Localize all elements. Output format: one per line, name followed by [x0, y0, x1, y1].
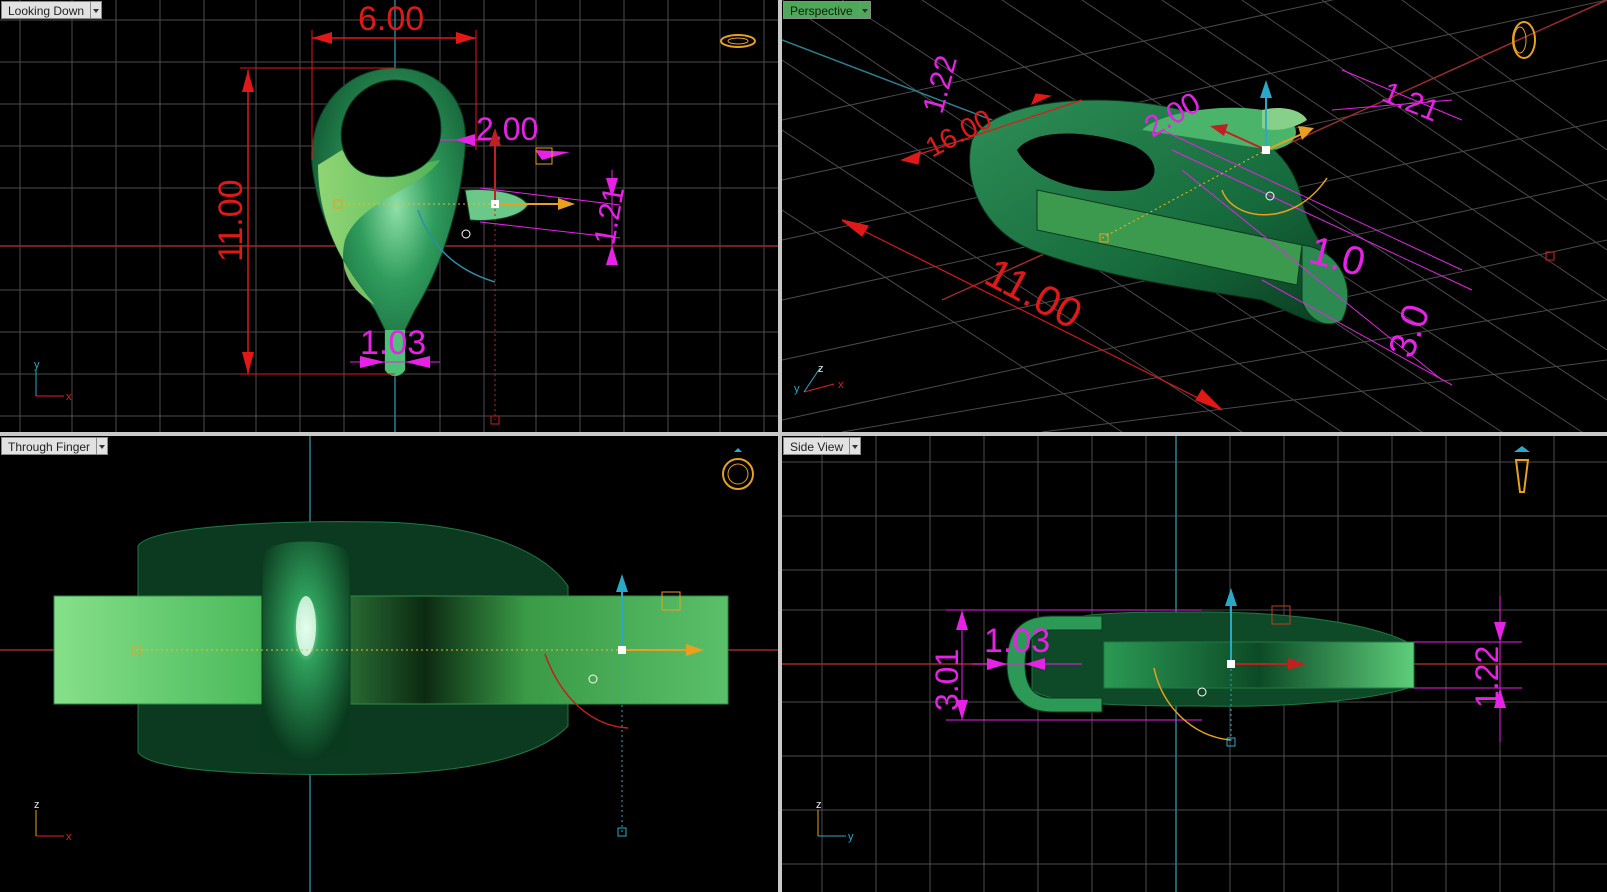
viewport-title: Through Finger: [1, 437, 97, 455]
viewport-title: Looking Down: [1, 1, 91, 19]
clasp-model[interactable]: [1006, 611, 1415, 713]
view-orientation-icon[interactable]: [1512, 21, 1536, 59]
viewport-tab-looking-down[interactable]: Looking Down: [1, 1, 103, 19]
persp-dim-7[interactable]: 3.0: [1381, 299, 1439, 363]
svg-text:y: y: [848, 831, 854, 843]
view-orientation-icon[interactable]: [720, 34, 756, 48]
svg-text:x: x: [66, 391, 72, 403]
svg-text:y: y: [34, 359, 40, 371]
svg-text:z: z: [816, 799, 822, 811]
side-dim-width-label: 1.03: [984, 622, 1050, 660]
viewport-menu-dropdown[interactable]: [858, 1, 871, 19]
viewport-tab-through-finger[interactable]: Through Finger: [1, 437, 109, 455]
svg-text:y: y: [794, 383, 800, 395]
side-dim-height-label: 3.01: [929, 649, 965, 711]
svg-text:x: x: [66, 831, 72, 843]
axis-indicator: x z: [34, 799, 72, 843]
viewport-side-view[interactable]: Side View 3.01 1.03 1.22 y z: [782, 436, 1607, 892]
dimension-thickness[interactable]: 1.22: [1414, 596, 1522, 742]
through-finger-canvas[interactable]: x z: [0, 436, 778, 892]
top-view-canvas[interactable]: 6.00 11.00 2.00 1.21 1.03 x y: [0, 0, 778, 432]
clasp-model[interactable]: [53, 521, 729, 775]
viewport-title: Perspective: [783, 1, 859, 19]
svg-text:z: z: [34, 799, 40, 811]
view-orientation-icon[interactable]: [1514, 446, 1530, 493]
dimension-tip-label: 1.03: [360, 324, 426, 362]
viewport-title: Side View: [783, 437, 850, 455]
dimension-tip[interactable]: 1.03: [350, 324, 440, 368]
dimension-wall-label: 2.00: [476, 111, 538, 147]
viewport-through-finger[interactable]: Through Finger x z: [0, 436, 778, 892]
viewport-menu-dropdown[interactable]: [96, 437, 109, 455]
persp-dim-4[interactable]: 1.21: [1377, 76, 1444, 128]
viewport-looking-down[interactable]: Looking Down 6.00 11.00 2.00 1.21 1.03 x…: [0, 0, 778, 432]
viewport-tab-perspective[interactable]: Perspective: [783, 1, 871, 19]
axis-indicator: x y: [34, 359, 72, 403]
side-dim-thickness-label: 1.22: [1469, 646, 1505, 708]
axis-indicator: x z y: [794, 363, 844, 395]
svg-text:z: z: [818, 363, 824, 375]
viewport-menu-dropdown[interactable]: [849, 437, 862, 455]
dimension-height-label: 11.00: [212, 179, 250, 262]
view-orientation-icon[interactable]: [722, 448, 754, 490]
side-view-canvas[interactable]: 3.01 1.03 1.22 y z: [782, 436, 1607, 892]
dimension-thickness-label: 1.21: [588, 184, 631, 247]
viewport-tab-side-view[interactable]: Side View: [783, 437, 862, 455]
viewport-menu-dropdown[interactable]: [90, 1, 103, 19]
dimension-width-label: 6.00: [358, 0, 424, 38]
perspective-canvas[interactable]: 1.22 16.00 2.00 1.21 11.00 1.0 3.0 x z y: [782, 0, 1607, 432]
svg-text:x: x: [838, 379, 844, 391]
viewport-perspective[interactable]: Perspective 1.22 16.00 2.00 1.21 11.00 1…: [782, 0, 1607, 432]
